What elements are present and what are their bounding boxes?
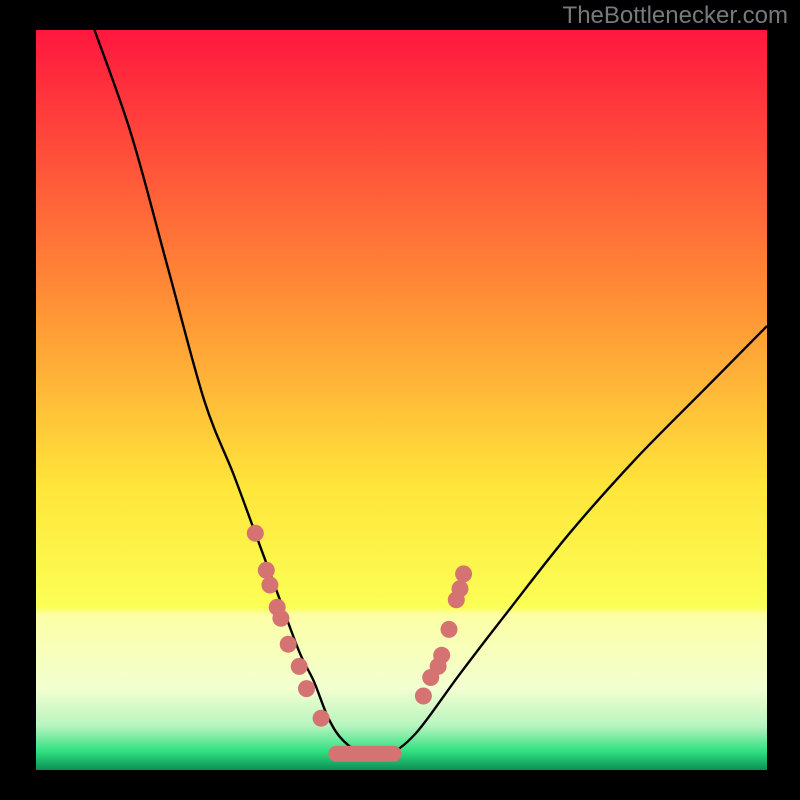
marker-dot <box>415 688 432 705</box>
marker-dot <box>452 580 469 597</box>
marker-dot <box>455 565 472 582</box>
chart-container: TheBottlenecker.com <box>0 0 800 800</box>
marker-dot <box>280 636 297 653</box>
marker-dot <box>441 621 458 638</box>
attribution-text: TheBottlenecker.com <box>563 2 788 30</box>
marker-dot <box>313 710 330 727</box>
marker-dot <box>291 658 308 675</box>
marker-dot <box>247 525 264 542</box>
gradient-background <box>36 30 767 770</box>
marker-dot <box>261 577 278 594</box>
marker-dot <box>258 562 275 579</box>
marker-dot <box>433 647 450 664</box>
marker-dot <box>272 610 289 627</box>
bottleneck-chart <box>0 0 800 800</box>
bottom-marker-bar <box>328 746 401 762</box>
marker-dot <box>298 680 315 697</box>
